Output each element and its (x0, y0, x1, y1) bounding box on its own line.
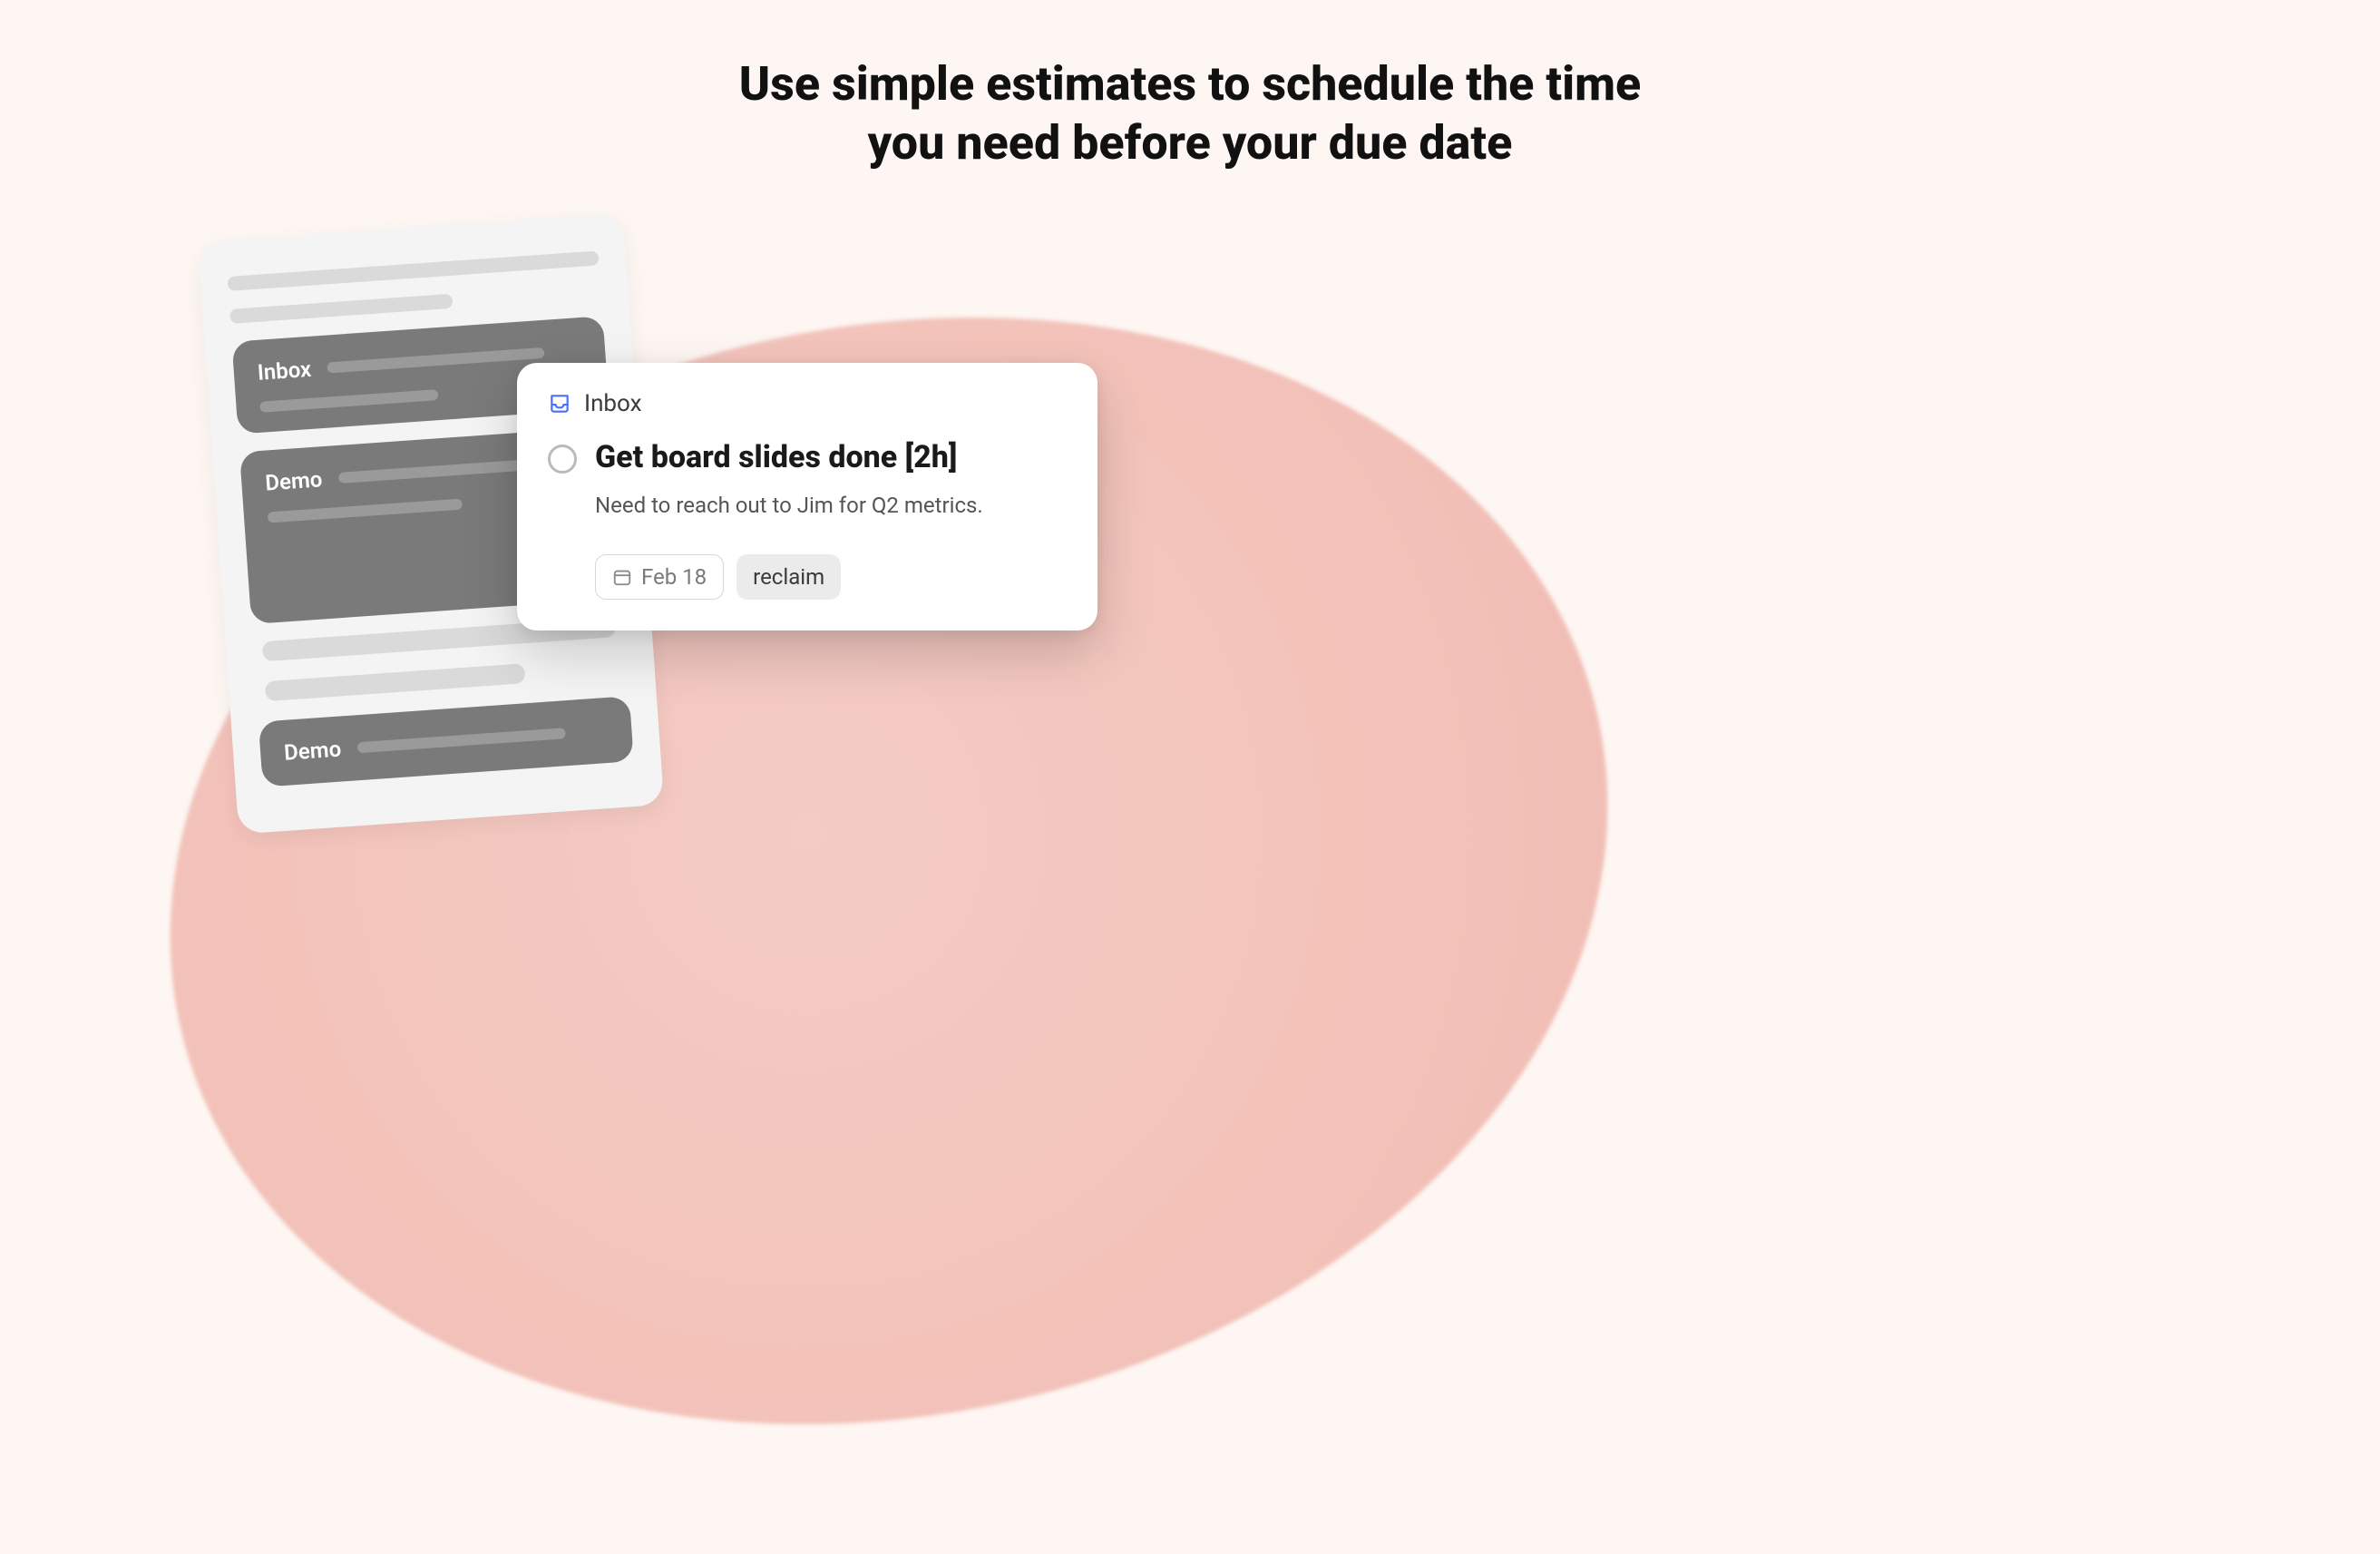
task-title[interactable]: Get board slides done [2h] (595, 439, 1067, 476)
skeleton-bar (259, 389, 438, 413)
headline: Use simple estimates to schedule the tim… (0, 54, 2380, 172)
skeleton-line (227, 250, 599, 291)
task-card: Inbox Get board slides done [2h] Need to… (517, 363, 1097, 630)
tag-text: reclaim (753, 564, 824, 590)
skeleton-bar (268, 499, 463, 523)
task-complete-radio[interactable] (548, 445, 577, 474)
tag-chip[interactable]: reclaim (736, 554, 841, 600)
skeleton-line (265, 663, 526, 701)
list-section-demo-2[interactable]: Demo (258, 696, 634, 787)
skeleton-line (229, 294, 454, 324)
task-chips: Feb 18 reclaim (595, 554, 1067, 600)
task-section-label: Inbox (584, 390, 642, 417)
section-label: Demo (264, 466, 323, 495)
task-row: Get board slides done [2h] Need to reach… (548, 439, 1067, 600)
inbox-icon (548, 392, 571, 415)
calendar-icon (612, 567, 632, 587)
task-card-header: Inbox (548, 390, 1067, 417)
headline-line-1: Use simple estimates to schedule the tim… (739, 56, 1642, 112)
section-label: Demo (283, 737, 342, 766)
headline-line-2: you need before your due date (868, 115, 1513, 171)
section-label: Inbox (257, 357, 312, 386)
skeleton-bar (327, 347, 545, 374)
skeleton-bar (357, 728, 566, 753)
task-description: Need to reach out to Jim for Q2 metrics. (595, 493, 1067, 518)
due-date-chip[interactable]: Feb 18 (595, 554, 724, 600)
due-date-text: Feb 18 (641, 564, 707, 590)
task-body: Get board slides done [2h] Need to reach… (595, 439, 1067, 600)
skeleton-bar (338, 458, 547, 484)
